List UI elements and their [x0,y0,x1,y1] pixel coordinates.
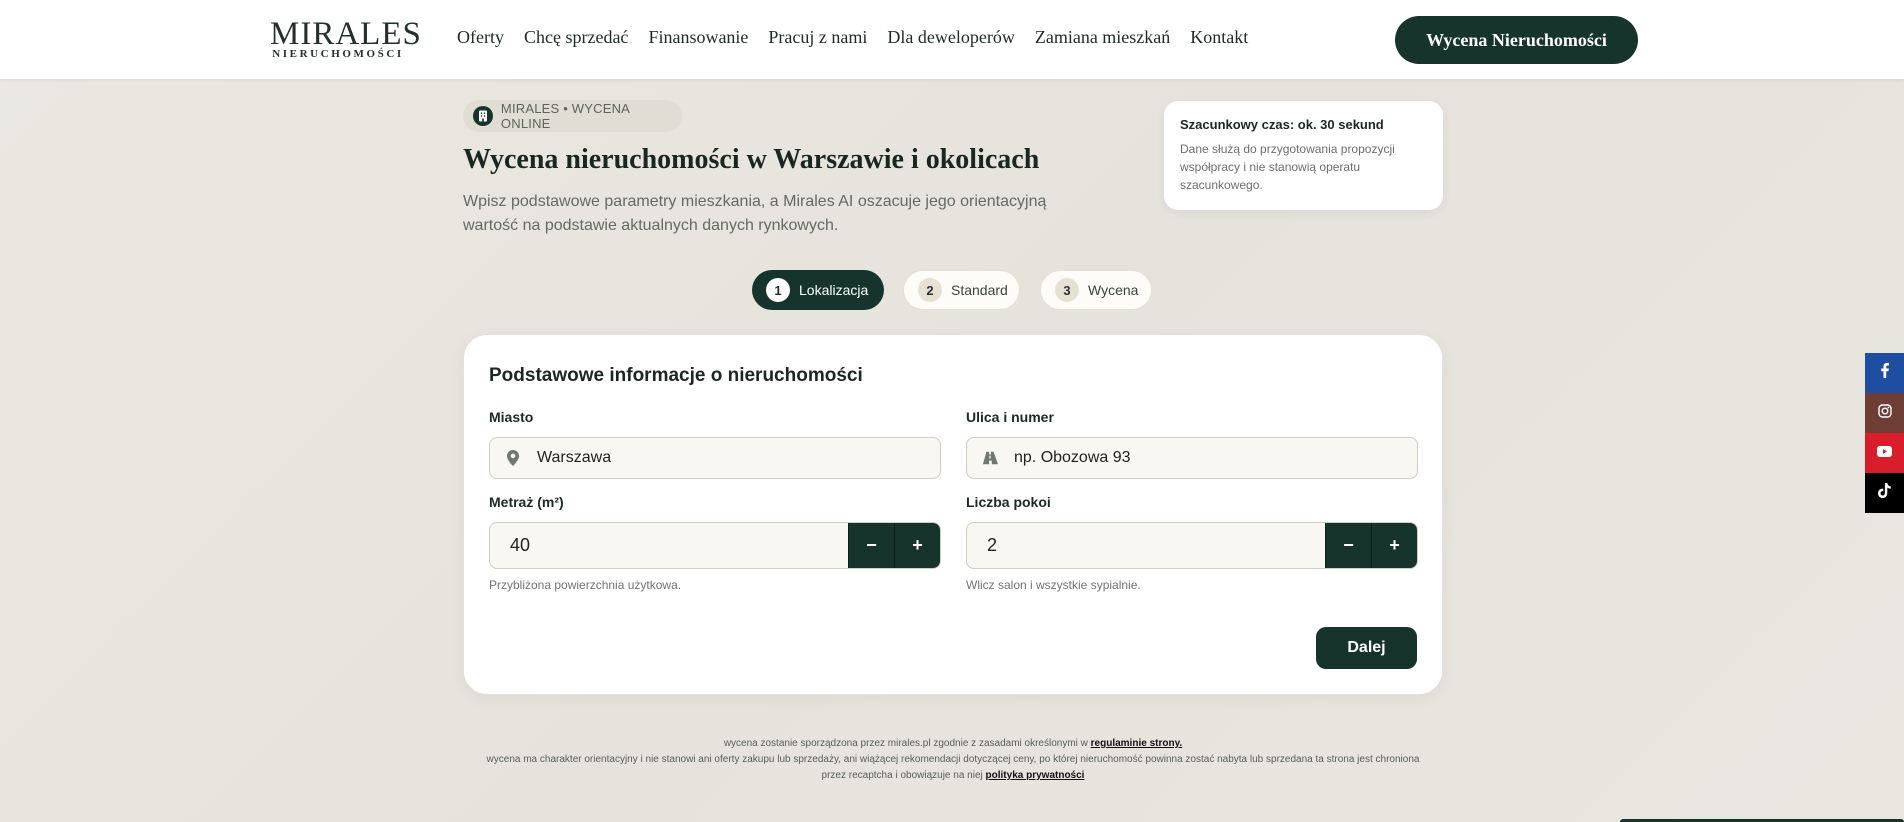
area-hint: Przybliżona powierzchnia użytkowa. [489,578,682,592]
nav-item-kontakt[interactable]: Kontakt [1190,27,1248,51]
step-standard[interactable]: 2 Standard [903,270,1020,310]
logo[interactable]: MIRALES NIERUCHOMOŚCI [270,16,422,61]
nav-item-oferty[interactable]: Oferty [457,27,504,51]
disclaimer-text: wycena zostanie sporządzona przez mirale… [723,738,1088,749]
step-lokalizacja[interactable]: 1 Lokalizacja [752,270,884,310]
badge-label: MIRALES • WYCENA ONLINE [500,101,630,131]
page-title: Wycena nieruchomości w Warszawie i okoli… [463,144,1040,175]
road-icon [982,450,998,466]
step-label: Standard [951,282,1008,298]
instagram-link[interactable] [1865,393,1904,433]
area-increment-button[interactable]: + [894,523,940,568]
rooms-hint: Wlicz salon i wszystkie sypialnie. [966,578,1141,592]
location-pin-icon [505,450,521,466]
info-title: Szacunkowy czas: ok. 30 sekund [1180,117,1384,132]
street-input[interactable]: np. Obozowa 93 [966,437,1418,479]
step-number: 2 [918,278,942,302]
city-input[interactable]: Warszawa [489,437,941,479]
step-number: 3 [1055,278,1079,302]
facebook-icon [1880,363,1889,383]
tiktok-link[interactable] [1865,473,1904,513]
main-nav: Oferty Chcę sprzedać Finansowanie Pracuj… [457,27,1248,51]
step-wycena[interactable]: 3 Wycena [1040,270,1152,310]
disclaimer-line-1: wycena zostanie sporządzona przez mirale… [463,736,1443,752]
city-label: Miasto [489,409,534,425]
nav-item-finansowanie[interactable]: Finansowanie [648,27,748,51]
area-stepper: 40 − + [489,522,941,569]
info-text: Dane służą do przygotowania propozycji w… [1180,142,1395,192]
area-decrement-button[interactable]: − [848,523,894,568]
city-value: Warszawa [537,449,612,466]
facebook-link[interactable] [1865,353,1904,393]
instagram-icon [1877,403,1892,423]
next-button[interactable]: Dalej [1316,627,1417,669]
property-form-card: Podstawowe informacje o nieruchomości Mi… [463,334,1443,695]
section-badge: MIRALES • WYCENA ONLINE [463,100,682,132]
nav-item-chce-sprzedac[interactable]: Chcę sprzedać [524,27,628,51]
street-label: Ulica i numer [966,409,1054,425]
area-input[interactable]: 40 [490,523,848,568]
rooms-input[interactable]: 2 [967,523,1325,568]
youtube-link[interactable] [1865,433,1904,473]
step-label: Wycena [1088,282,1139,298]
tiktok-icon [1878,483,1891,503]
disclaimer-line-2: wycena ma charakter orientacyjny i nie s… [463,752,1443,784]
step-label: Lokalizacja [799,282,869,298]
form-title: Podstawowe informacje o nieruchomości [489,365,863,386]
rooms-decrement-button[interactable]: − [1325,523,1371,568]
rooms-stepper: 2 − + [966,522,1418,569]
rooms-increment-button[interactable]: + [1371,523,1417,568]
estimate-info-card: Szacunkowy czas: ok. 30 sekund Dane służ… [1164,101,1443,210]
privacy-policy-link[interactable]: polityka prywatności [986,770,1085,781]
logo-main: MIRALES [270,16,422,52]
terms-link[interactable]: regulaminie strony. [1091,738,1183,749]
valuation-cta-button[interactable]: Wycena Nieruchomości [1395,16,1638,64]
youtube-icon [1877,444,1892,462]
step-number: 1 [766,278,790,302]
nav-item-pracuj-z-nami[interactable]: Pracuj z nami [768,27,867,51]
page-subtitle: Wpisz podstawowe parametry mieszkania, a… [463,193,1047,234]
logo-sub: NIERUCHOMOŚCI [272,48,404,60]
disclaimer-text-2: wycena ma charakter orientacyjny i nie s… [486,754,1420,781]
nav-item-zamiana-mieszkan[interactable]: Zamiana mieszkań [1035,27,1170,51]
street-placeholder: np. Obozowa 93 [1014,449,1131,466]
site-header: MIRALES NIERUCHOMOŚCI Oferty Chcę sprzed… [0,0,1904,79]
nav-item-dla-deweloperow[interactable]: Dla deweloperów [887,27,1014,51]
building-icon [473,106,493,126]
rooms-label: Liczba pokoi [966,494,1051,510]
area-label: Metraż (m²) [489,494,564,510]
